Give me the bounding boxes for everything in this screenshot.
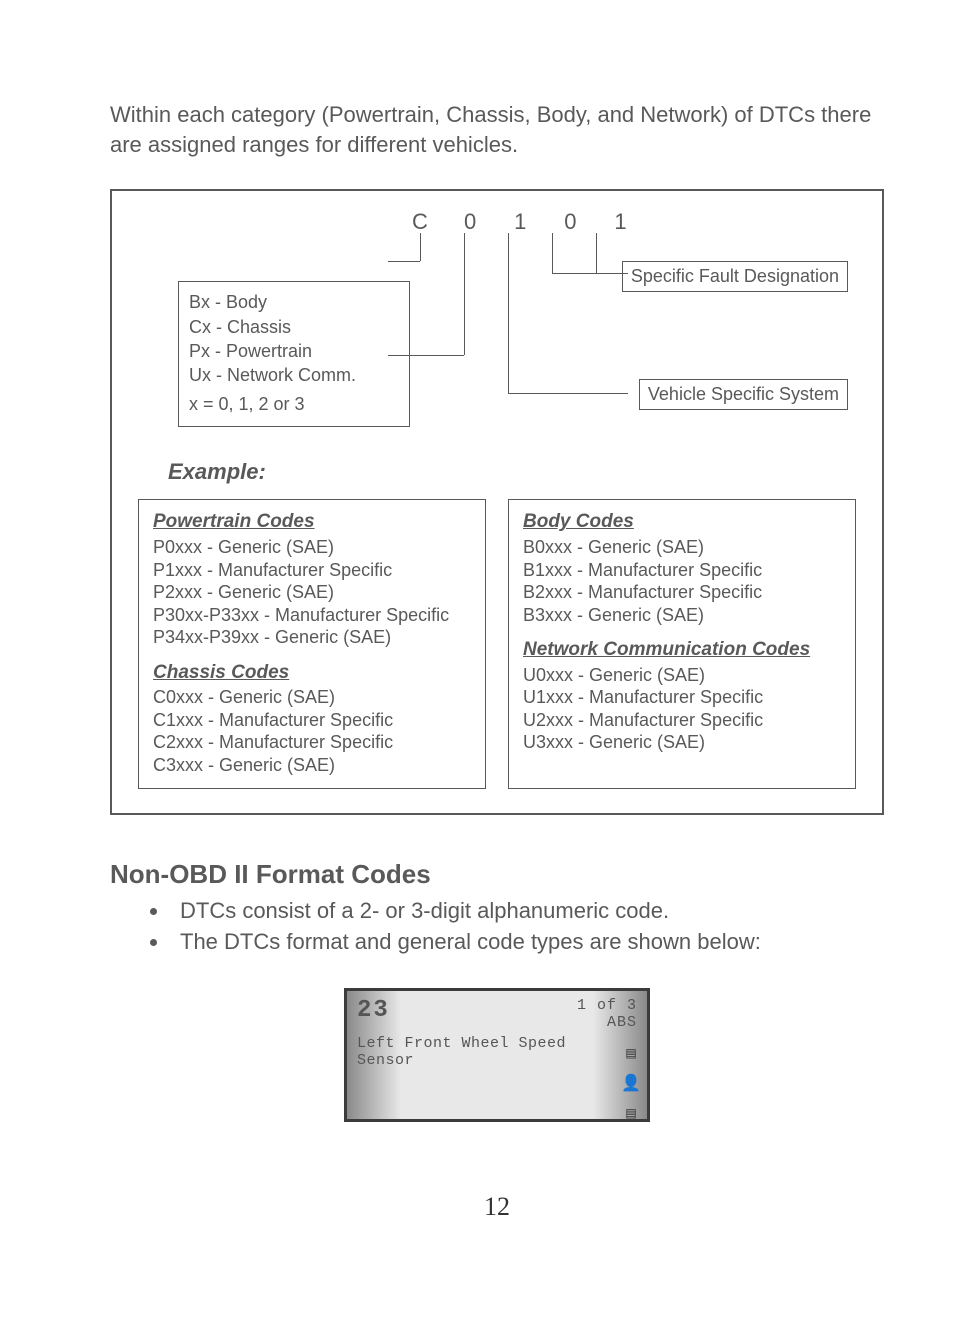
connector-line — [388, 261, 420, 262]
code-digit-1: C — [398, 209, 442, 235]
network-codes-heading: Network Communication Codes — [523, 638, 841, 662]
code-item: C0xxx - Generic (SAE) — [153, 686, 471, 709]
code-item: U3xxx - Generic (SAE) — [523, 731, 841, 754]
left-codes-column: Powertrain Codes P0xxx - Generic (SAE) P… — [138, 499, 486, 789]
scantool-figure: 23 1 of 3 ABS Left Front Wheel Speed Sen… — [110, 988, 884, 1123]
prefix-line: x = 0, 1, 2 or 3 — [189, 392, 399, 416]
example-label: Example: — [168, 459, 856, 485]
connector-line — [464, 233, 465, 355]
code-digit-4: 0 — [548, 209, 592, 235]
intro-paragraph: Within each category (Powertrain, Chassi… — [110, 100, 884, 159]
scantool-header-right: 1 of 3 ABS — [577, 997, 637, 1032]
dtc-code-breakdown: C 0 1 0 1 Bx - Body Cx - Chassis Px - Po… — [138, 209, 856, 429]
connector-line — [508, 393, 628, 394]
right-codes-column: Body Codes B0xxx - Generic (SAE) B1xxx -… — [508, 499, 856, 789]
code-item: P2xxx - Generic (SAE) — [153, 581, 471, 604]
code-item: P0xxx - Generic (SAE) — [153, 536, 471, 559]
fault-designation-box: Specific Fault Designation — [622, 261, 848, 292]
code-item: C2xxx - Manufacturer Specific — [153, 731, 471, 754]
person-icon: 👤 — [621, 1073, 641, 1093]
page-number: 12 — [110, 1192, 884, 1222]
example-codes-row: Powertrain Codes P0xxx - Generic (SAE) P… — [138, 499, 856, 789]
connector-line — [596, 233, 597, 273]
prefix-line: Px - Powertrain — [189, 339, 399, 363]
code-digit-3: 1 — [498, 209, 542, 235]
connector-line — [508, 233, 509, 393]
bullet-item: The DTCs format and general code types a… — [170, 927, 884, 958]
scantool-position: 1 of 3 — [577, 997, 637, 1014]
code-item: U1xxx - Manufacturer Specific — [523, 686, 841, 709]
scantool-body: Left Front Wheel Speed Sensor — [347, 1031, 647, 1119]
connector-line — [552, 273, 628, 274]
code-item: P1xxx - Manufacturer Specific — [153, 559, 471, 582]
scantool-icons: ▤ 👤 ▤ — [621, 1043, 641, 1123]
scantool-header: 23 1 of 3 ABS — [347, 991, 647, 1032]
code-digits: C 0 1 0 1 — [398, 209, 643, 235]
dtc-diagram-frame: C 0 1 0 1 Bx - Body Cx - Chassis Px - Po… — [110, 189, 884, 815]
code-item: U0xxx - Generic (SAE) — [523, 664, 841, 687]
powertrain-codes-heading: Powertrain Codes — [153, 510, 471, 534]
body-codes-heading: Body Codes — [523, 510, 841, 534]
code-digit-2: 0 — [448, 209, 492, 235]
document-page: Within each category (Powertrain, Chassi… — [0, 0, 954, 1262]
prefix-line: Bx - Body — [189, 290, 399, 314]
bars-icon: ▤ — [626, 1043, 636, 1063]
chassis-codes-heading: Chassis Codes — [153, 661, 471, 685]
code-item: B0xxx - Generic (SAE) — [523, 536, 841, 559]
connector-line — [552, 233, 553, 273]
prefix-line: Ux - Network Comm. — [189, 363, 399, 387]
scantool-screen: 23 1 of 3 ABS Left Front Wheel Speed Sen… — [344, 988, 650, 1123]
connector-line — [420, 233, 421, 261]
scantool-desc-line: Sensor — [357, 1052, 637, 1069]
bullet-item: DTCs consist of a 2- or 3-digit alphanum… — [170, 896, 884, 927]
code-item: C3xxx - Generic (SAE) — [153, 754, 471, 777]
code-item: B2xxx - Manufacturer Specific — [523, 581, 841, 604]
code-item: U2xxx - Manufacturer Specific — [523, 709, 841, 732]
scantool-code: 23 — [357, 997, 390, 1032]
non-obd-bullet-list: DTCs consist of a 2- or 3-digit alphanum… — [110, 896, 884, 958]
code-item: P30xx-P33xx - Manufacturer Specific — [153, 604, 471, 627]
scantool-desc-line: Left Front Wheel Speed — [357, 1035, 637, 1052]
code-item: B3xxx - Generic (SAE) — [523, 604, 841, 627]
prefix-legend-box: Bx - Body Cx - Chassis Px - Powertrain U… — [178, 281, 410, 426]
non-obd-heading: Non-OBD II Format Codes — [110, 859, 884, 890]
code-item: C1xxx - Manufacturer Specific — [153, 709, 471, 732]
bars-icon: ▤ — [626, 1103, 636, 1123]
scantool-module: ABS — [577, 1014, 637, 1031]
code-item: P34xx-P39xx - Generic (SAE) — [153, 626, 471, 649]
code-digit-5: 1 — [599, 209, 643, 235]
vehicle-system-box: Vehicle Specific System — [639, 379, 848, 410]
prefix-line: Cx - Chassis — [189, 315, 399, 339]
code-item: B1xxx - Manufacturer Specific — [523, 559, 841, 582]
